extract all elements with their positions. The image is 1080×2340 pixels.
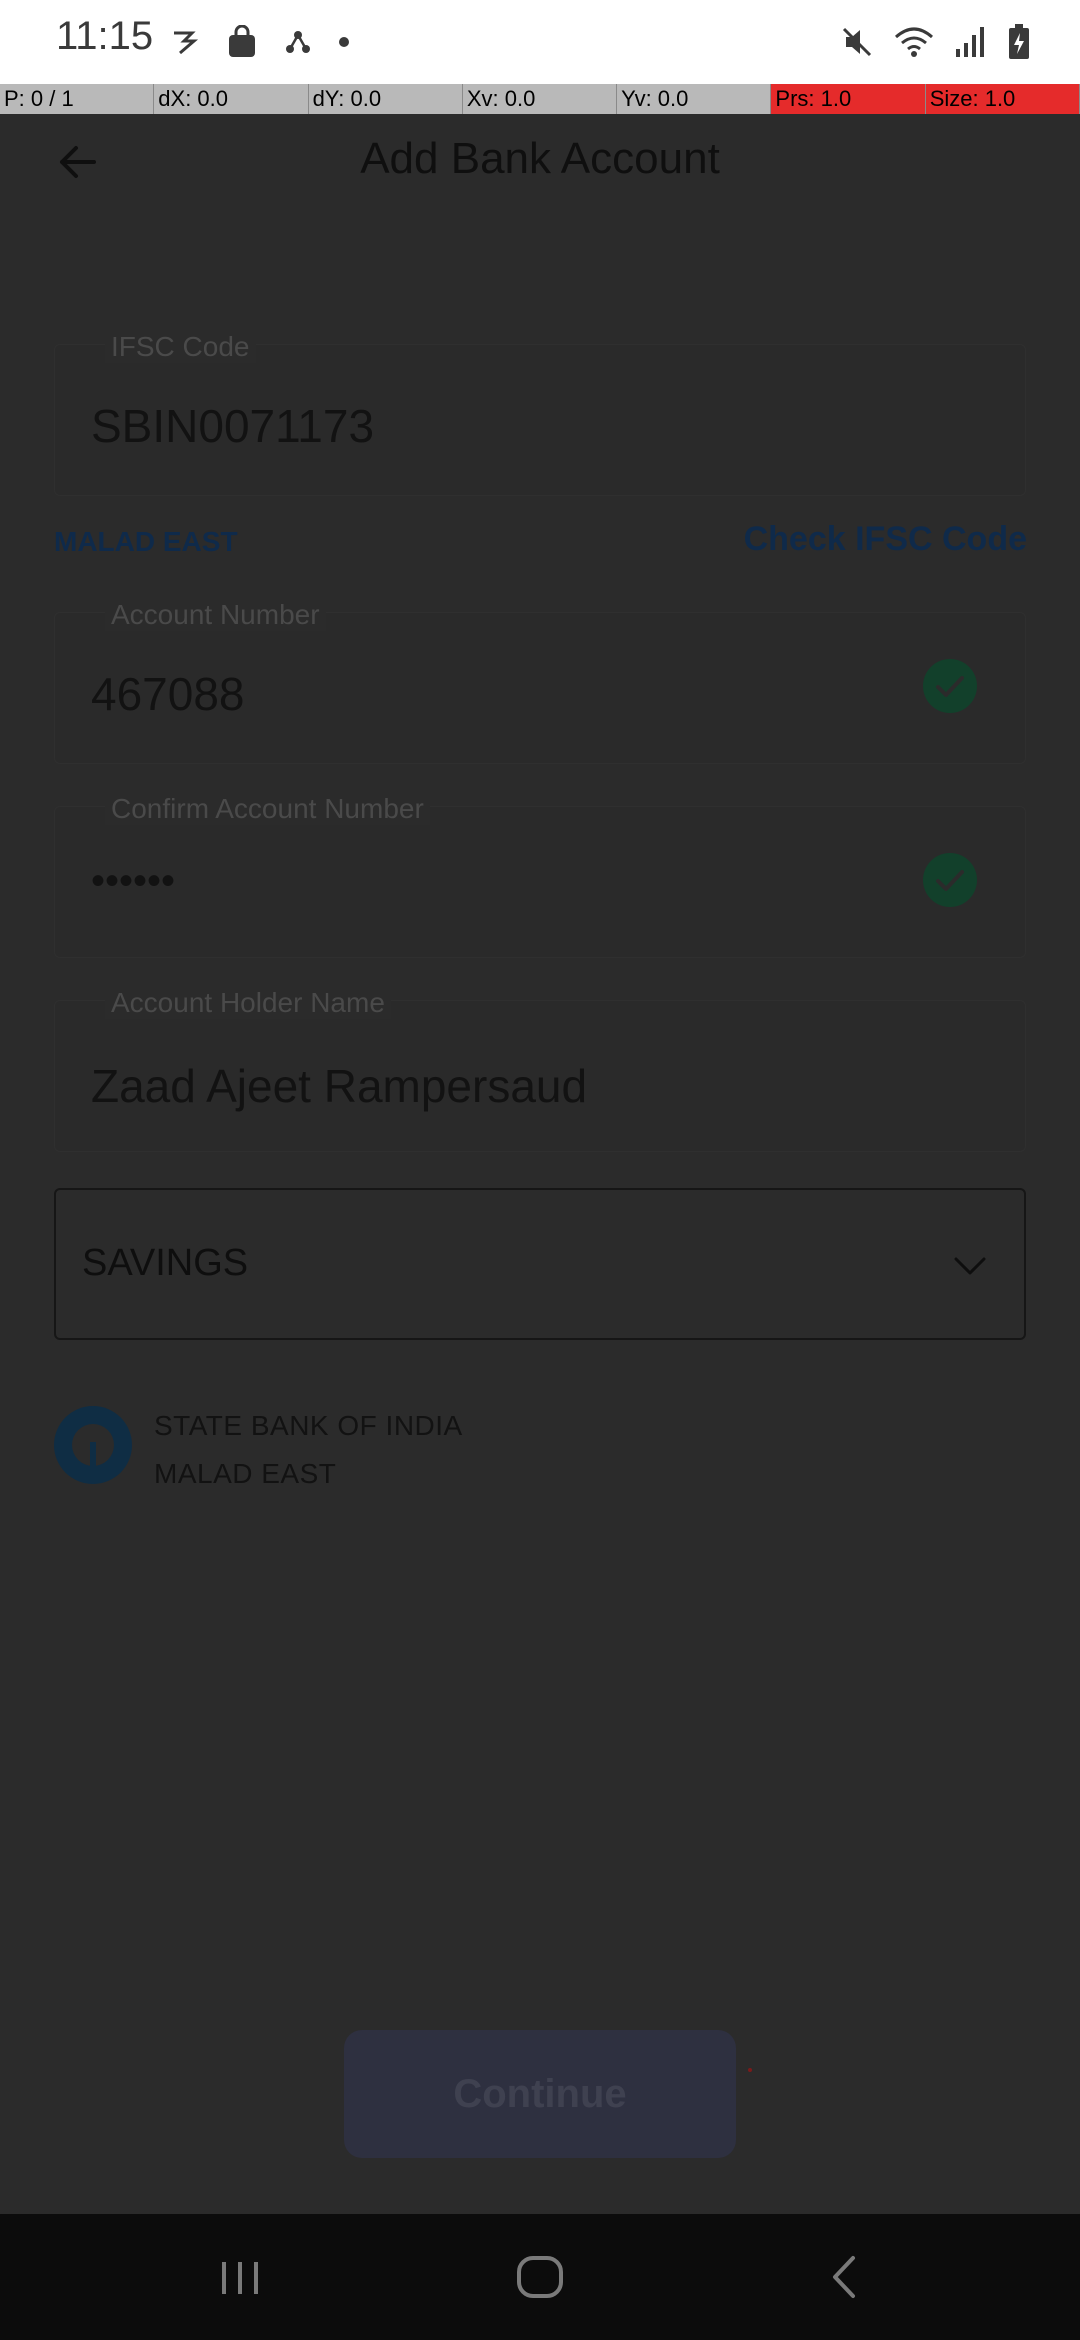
shopping-bag-icon [229, 25, 255, 57]
ifsc-branch-name: MALAD EAST [54, 526, 238, 557]
back-icon[interactable] [815, 2252, 875, 2302]
ifsc-code-label: IFSC Code [105, 331, 256, 363]
app-header: Add Bank Account [0, 114, 1080, 214]
pointer-location-overlay: P: 0 / 1 dX: 0.0 dY: 0.0 Xv: 0.0 Yv: 0.0… [0, 84, 1080, 114]
check-circle-icon [923, 659, 977, 713]
confirm-account-number-field[interactable]: Confirm Account Number •••••• [54, 793, 1026, 958]
account-type-value: SAVINGS [82, 1242, 249, 1284]
chevron-down-icon [954, 1257, 986, 1275]
account-type-select[interactable]: SAVINGS [54, 1188, 1026, 1340]
status-bar: 11:15 [0, 0, 1080, 84]
mute-icon [842, 27, 872, 57]
bank-logo-icon [54, 1406, 132, 1484]
status-left-icons [170, 20, 350, 64]
confirm-account-number-value: •••••• [91, 859, 176, 903]
battery-charging-icon [1009, 24, 1029, 59]
account-number-label: Account Number [105, 599, 326, 631]
debug-size: Size: 1.0 [925, 84, 1080, 114]
bank-name: STATE BANK OF INDIA [154, 1410, 463, 1441]
confirm-account-number-label: Confirm Account Number [105, 793, 430, 825]
debug-pressure: Prs: 1.0 [771, 84, 926, 114]
debug-dx: dX: 0.0 [154, 84, 309, 114]
account-holder-name-field[interactable]: Account Holder Name Zaad Ajeet Rampersau… [54, 987, 1026, 1152]
bank-branch: MALAD EAST [154, 1458, 337, 1489]
share-nodes-icon [286, 31, 310, 53]
dot-icon [339, 37, 349, 47]
account-number-value: 467088 [91, 668, 245, 720]
page-title: Add Bank Account [360, 134, 720, 183]
signal-icon [956, 27, 984, 57]
home-icon[interactable] [510, 2252, 570, 2302]
ifsc-code-field[interactable]: IFSC Code SBIN0071173 [54, 331, 1026, 496]
ifsc-code-value: SBIN0071173 [91, 400, 375, 452]
add-bank-account-screen: Add Bank Account IFSC Code SBIN0071173 M… [0, 114, 1080, 2214]
status-time: 11:15 [56, 14, 154, 58]
account-holder-name-value: Zaad Ajeet Rampersaud [91, 1060, 588, 1112]
rupee-app-icon [174, 31, 199, 55]
navigation-bar [0, 2214, 1080, 2340]
debug-pointer: P: 0 / 1 [0, 84, 155, 114]
touch-indicator [748, 2068, 752, 2072]
wifi-icon [895, 27, 933, 57]
account-number-field[interactable]: Account Number 467088 [54, 599, 1026, 764]
debug-xv: Xv: 0.0 [463, 84, 618, 114]
account-holder-name-label: Account Holder Name [105, 987, 391, 1019]
debug-dy: dY: 0.0 [309, 84, 463, 114]
status-right-icons [840, 20, 1030, 64]
continue-button[interactable]: Continue [344, 2030, 736, 2158]
recent-apps-icon[interactable] [210, 2252, 270, 2302]
debug-yv: Yv: 0.0 [617, 84, 772, 114]
check-circle-icon [923, 853, 977, 907]
bank-info: STATE BANK OF INDIA MALAD EAST [54, 1394, 1034, 1494]
check-ifsc-code-link[interactable]: Check IFSC Code [744, 520, 1027, 559]
